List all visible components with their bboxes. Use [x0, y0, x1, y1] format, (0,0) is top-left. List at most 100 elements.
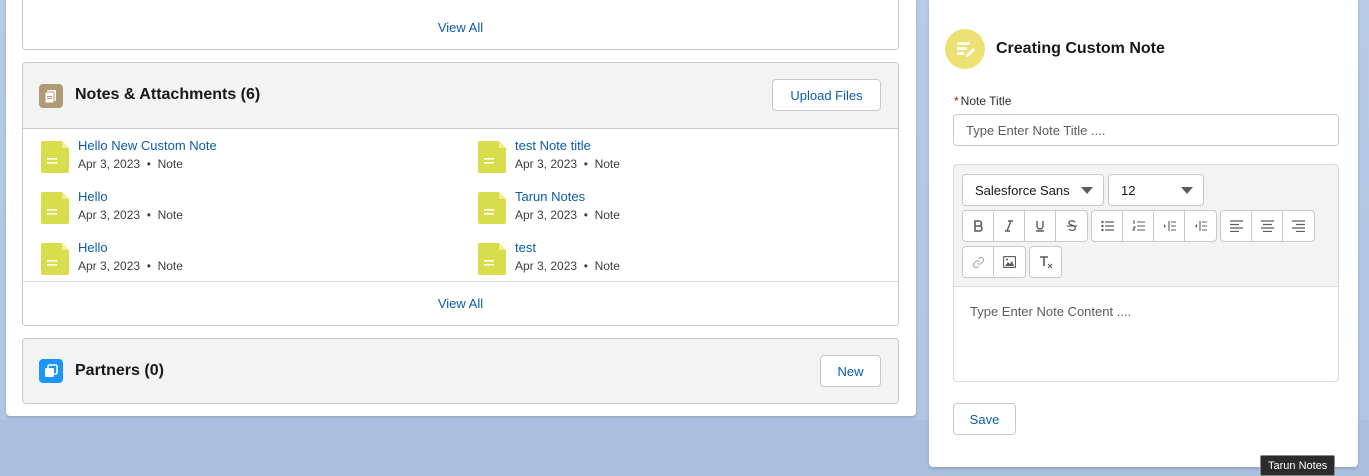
numbered-list-button[interactable]	[1123, 211, 1154, 241]
record-related-list-panel: View All Notes & Attachments (6) Upload …	[6, 0, 916, 416]
strikethrough-button[interactable]	[1056, 211, 1087, 241]
notes-attachments-card: Notes & Attachments (6) Upload Files Hel…	[22, 62, 899, 326]
required-indicator: *	[954, 94, 959, 108]
notes-list: Hello New Custom Note Apr 3, 2023 • Note…	[23, 129, 898, 281]
note-date: Apr 3, 2023	[78, 208, 141, 222]
notes-attachments-header: Notes & Attachments (6) Upload Files	[23, 63, 898, 129]
note-file-icon	[478, 243, 506, 275]
align-right-button[interactable]	[1283, 211, 1314, 241]
note-title-link[interactable]: Tarun Notes	[515, 189, 585, 204]
view-all-link-notes[interactable]: View All	[23, 282, 898, 325]
note-meta-separator: •	[583, 208, 588, 222]
note-meta-separator: •	[146, 259, 151, 273]
new-partner-button[interactable]: New	[820, 355, 881, 387]
list-format-group	[1091, 210, 1217, 242]
strikethrough-icon	[1066, 220, 1077, 232]
numbered-list-icon	[1131, 220, 1145, 231]
note-title-label: * Note Title	[954, 94, 1011, 108]
link-button[interactable]	[963, 247, 994, 277]
notes-attachments-icon	[39, 84, 63, 108]
partners-card: Partners (0) New	[22, 338, 899, 404]
chevron-down-icon	[1181, 187, 1193, 194]
note-type: Note	[157, 157, 183, 171]
link-icon	[972, 256, 984, 268]
view-all-link-top[interactable]: View All	[23, 0, 898, 54]
note-type: Note	[157, 259, 183, 273]
note-item[interactable]: Hello New Custom Note Apr 3, 2023 • Note	[41, 133, 461, 173]
partners-icon	[39, 359, 63, 383]
note-title-link[interactable]: test Note title	[515, 138, 591, 153]
note-meta-separator: •	[583, 157, 588, 171]
outdent-icon	[1195, 221, 1207, 231]
note-item[interactable]: Hello Apr 3, 2023 • Note	[41, 184, 461, 224]
outdent-button[interactable]	[1185, 211, 1216, 241]
bullet-list-button[interactable]	[1092, 211, 1123, 241]
underline-icon	[1036, 221, 1044, 232]
image-button[interactable]	[994, 247, 1025, 277]
clear-formatting-button[interactable]	[1030, 247, 1061, 277]
note-meta: Apr 3, 2023 • Note	[78, 259, 183, 273]
insert-group	[962, 246, 1026, 278]
bullet-list-icon	[1100, 220, 1114, 232]
clear-formatting-icon	[1039, 255, 1052, 268]
note-file-icon	[478, 192, 506, 224]
align-left-button[interactable]	[1221, 211, 1252, 241]
note-item[interactable]: test Note title Apr 3, 2023 • Note	[478, 133, 898, 173]
note-meta-separator: •	[146, 157, 151, 171]
chevron-down-icon	[1081, 187, 1093, 194]
bold-icon	[974, 220, 983, 232]
note-type: Note	[157, 208, 183, 222]
note-title-link[interactable]: test	[515, 240, 536, 255]
tooltip: Tarun Notes	[1260, 455, 1336, 476]
note-title-link[interactable]: Hello New Custom Note	[78, 138, 217, 153]
note-title-link[interactable]: Hello	[78, 189, 108, 204]
bold-button[interactable]	[963, 211, 994, 241]
notes-footer: View All	[23, 281, 898, 325]
note-title-link[interactable]: Hello	[78, 240, 108, 255]
font-family-select[interactable]: Salesforce Sans	[962, 174, 1104, 206]
note-meta: Apr 3, 2023 • Note	[78, 208, 183, 222]
note-type: Note	[594, 259, 620, 273]
rich-text-editor: Salesforce Sans 12 Type Enter Note Conte…	[953, 164, 1339, 382]
note-meta: Apr 3, 2023 • Note	[515, 259, 620, 273]
note-date: Apr 3, 2023	[78, 259, 141, 273]
note-edit-icon	[945, 29, 985, 69]
note-meta: Apr 3, 2023 • Note	[78, 157, 183, 171]
align-center-icon	[1260, 220, 1274, 232]
align-left-icon	[1229, 220, 1243, 232]
note-meta: Apr 3, 2023 • Note	[515, 208, 620, 222]
underline-button[interactable]	[1025, 211, 1056, 241]
align-right-icon	[1292, 220, 1305, 232]
note-title-input[interactable]	[953, 114, 1339, 146]
font-family-value: Salesforce Sans	[975, 182, 1070, 198]
font-size-value: 12	[1121, 182, 1136, 198]
image-icon	[1003, 256, 1016, 268]
note-item[interactable]: Tarun Notes Apr 3, 2023 • Note	[478, 184, 898, 224]
note-file-icon	[478, 141, 506, 173]
note-meta-separator: •	[583, 259, 588, 273]
partners-title: Partners (0)	[75, 362, 164, 379]
notes-attachments-title: Notes & Attachments (6)	[75, 86, 261, 103]
save-button[interactable]: Save	[953, 403, 1016, 435]
upload-files-button[interactable]: Upload Files	[772, 79, 881, 111]
note-type: Note	[594, 157, 620, 171]
note-date: Apr 3, 2023	[78, 157, 141, 171]
text-format-group	[962, 210, 1088, 242]
italic-button[interactable]	[994, 211, 1025, 241]
related-list-card-top: View All	[22, 0, 899, 50]
font-size-select[interactable]: 12	[1108, 174, 1204, 206]
indent-button[interactable]	[1154, 211, 1185, 241]
italic-icon	[1005, 220, 1013, 232]
note-item[interactable]: test Apr 3, 2023 • Note	[478, 235, 898, 275]
note-item[interactable]: Hello Apr 3, 2023 • Note	[41, 235, 461, 275]
clear-format-group	[1029, 246, 1062, 278]
note-date: Apr 3, 2023	[515, 208, 578, 222]
note-file-icon	[41, 141, 69, 173]
note-meta-separator: •	[146, 208, 151, 222]
note-title-label-text: Note Title	[960, 94, 1012, 108]
note-date: Apr 3, 2023	[515, 259, 578, 273]
note-type: Note	[594, 208, 620, 222]
align-group	[1220, 210, 1315, 242]
align-center-button[interactable]	[1252, 211, 1283, 241]
note-content-editor[interactable]: Type Enter Note Content ....	[954, 286, 1338, 381]
